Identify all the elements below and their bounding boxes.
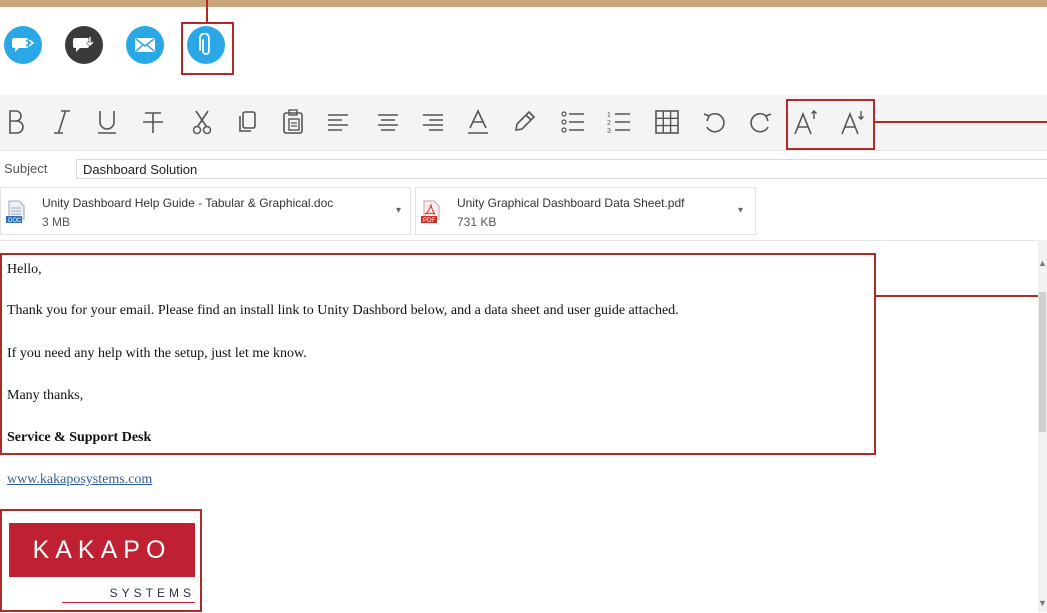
reply-icon bbox=[12, 35, 34, 55]
mail-icon bbox=[134, 37, 156, 53]
scroll-up-icon[interactable]: ▲ bbox=[1038, 258, 1047, 268]
body-callout-line bbox=[876, 295, 1047, 297]
svg-text:2: 2 bbox=[607, 120, 611, 127]
redo-button[interactable] bbox=[745, 103, 775, 141]
font-size-callout-line bbox=[875, 121, 1047, 123]
svg-text:3: 3 bbox=[607, 128, 611, 134]
formatting-toolbar: 123 bbox=[0, 95, 1047, 151]
attach-callout-line bbox=[206, 0, 208, 22]
underline-icon bbox=[97, 109, 117, 135]
highlight-button[interactable] bbox=[510, 103, 540, 141]
font-size-highlight-box bbox=[786, 99, 875, 150]
body-highlight-box bbox=[0, 253, 876, 455]
save-download-button[interactable] bbox=[65, 26, 103, 64]
copy-icon bbox=[237, 109, 257, 135]
attachment-size: 731 KB bbox=[457, 215, 497, 229]
undo-button[interactable] bbox=[700, 103, 730, 141]
align-right-icon bbox=[422, 112, 444, 132]
bullet-list-button[interactable] bbox=[558, 103, 588, 141]
align-left-icon bbox=[327, 112, 349, 132]
table-icon bbox=[655, 110, 679, 134]
italic-icon bbox=[53, 109, 71, 135]
subject-label: Subject bbox=[4, 161, 48, 176]
svg-text:1: 1 bbox=[607, 112, 611, 119]
cut-icon bbox=[193, 109, 211, 135]
scroll-down-icon[interactable]: ▼ bbox=[1038, 598, 1047, 608]
paste-button[interactable] bbox=[278, 103, 308, 141]
bold-icon bbox=[7, 109, 25, 135]
subject-field[interactable]: Dashboard Solution bbox=[76, 159, 1047, 179]
align-center-icon bbox=[377, 112, 399, 132]
svg-text:PDF: PDF bbox=[423, 218, 435, 224]
paperclip-icon bbox=[199, 33, 213, 57]
underline-button[interactable] bbox=[92, 103, 122, 141]
strikethrough-icon bbox=[142, 109, 164, 135]
attachment-item[interactable]: DOC Unity Dashboard Help Guide - Tabular… bbox=[0, 187, 411, 235]
pdf-file-icon: PDF bbox=[420, 200, 442, 224]
table-button[interactable] bbox=[652, 103, 682, 141]
subject-row: Subject Dashboard Solution bbox=[0, 155, 1047, 183]
scrollbar[interactable]: ▲ ▼ bbox=[1038, 240, 1047, 612]
bullet-list-icon bbox=[561, 111, 585, 133]
numbered-list-button[interactable]: 123 bbox=[604, 103, 634, 141]
attachment-size: 3 MB bbox=[42, 215, 71, 229]
company-logo: KAKAPO SYSTEMS bbox=[0, 509, 202, 612]
logo-wordmark: KAKAPO bbox=[9, 523, 195, 577]
font-color-icon bbox=[467, 109, 489, 135]
svg-text:DOC: DOC bbox=[8, 218, 22, 224]
font-color-button[interactable] bbox=[463, 103, 493, 141]
highlight-icon bbox=[514, 110, 536, 134]
copy-button[interactable] bbox=[232, 103, 262, 141]
top-bar bbox=[0, 0, 1047, 7]
attachment-name: Unity Dashboard Help Guide - Tabular & G… bbox=[42, 196, 334, 210]
align-right-button[interactable] bbox=[418, 103, 448, 141]
doc-file-icon: DOC bbox=[5, 200, 27, 224]
download-icon bbox=[73, 35, 95, 55]
align-center-button[interactable] bbox=[373, 103, 403, 141]
chevron-down-icon[interactable]: ▾ bbox=[396, 205, 401, 216]
numbered-list-icon: 123 bbox=[607, 110, 631, 134]
email-button[interactable] bbox=[126, 26, 164, 64]
website-link[interactable]: www.kakaposystems.com bbox=[7, 472, 152, 488]
scroll-thumb[interactable] bbox=[1039, 292, 1046, 432]
paste-icon bbox=[282, 109, 304, 135]
bold-button[interactable] bbox=[1, 103, 31, 141]
align-left-button[interactable] bbox=[323, 103, 353, 141]
undo-icon bbox=[703, 111, 727, 133]
redo-icon bbox=[748, 111, 772, 133]
attachment-name: Unity Graphical Dashboard Data Sheet.pdf bbox=[457, 196, 685, 210]
reply-button[interactable] bbox=[4, 26, 42, 64]
attachment-item[interactable]: PDF Unity Graphical Dashboard Data Sheet… bbox=[415, 187, 756, 235]
italic-button[interactable] bbox=[47, 103, 77, 141]
logo-subtitle: SYSTEMS bbox=[109, 586, 195, 600]
logo-rule bbox=[62, 602, 195, 603]
attach-button[interactable] bbox=[187, 26, 225, 64]
strikethrough-button[interactable] bbox=[138, 103, 168, 141]
chevron-down-icon[interactable]: ▾ bbox=[738, 205, 743, 216]
cut-button[interactable] bbox=[187, 103, 217, 141]
